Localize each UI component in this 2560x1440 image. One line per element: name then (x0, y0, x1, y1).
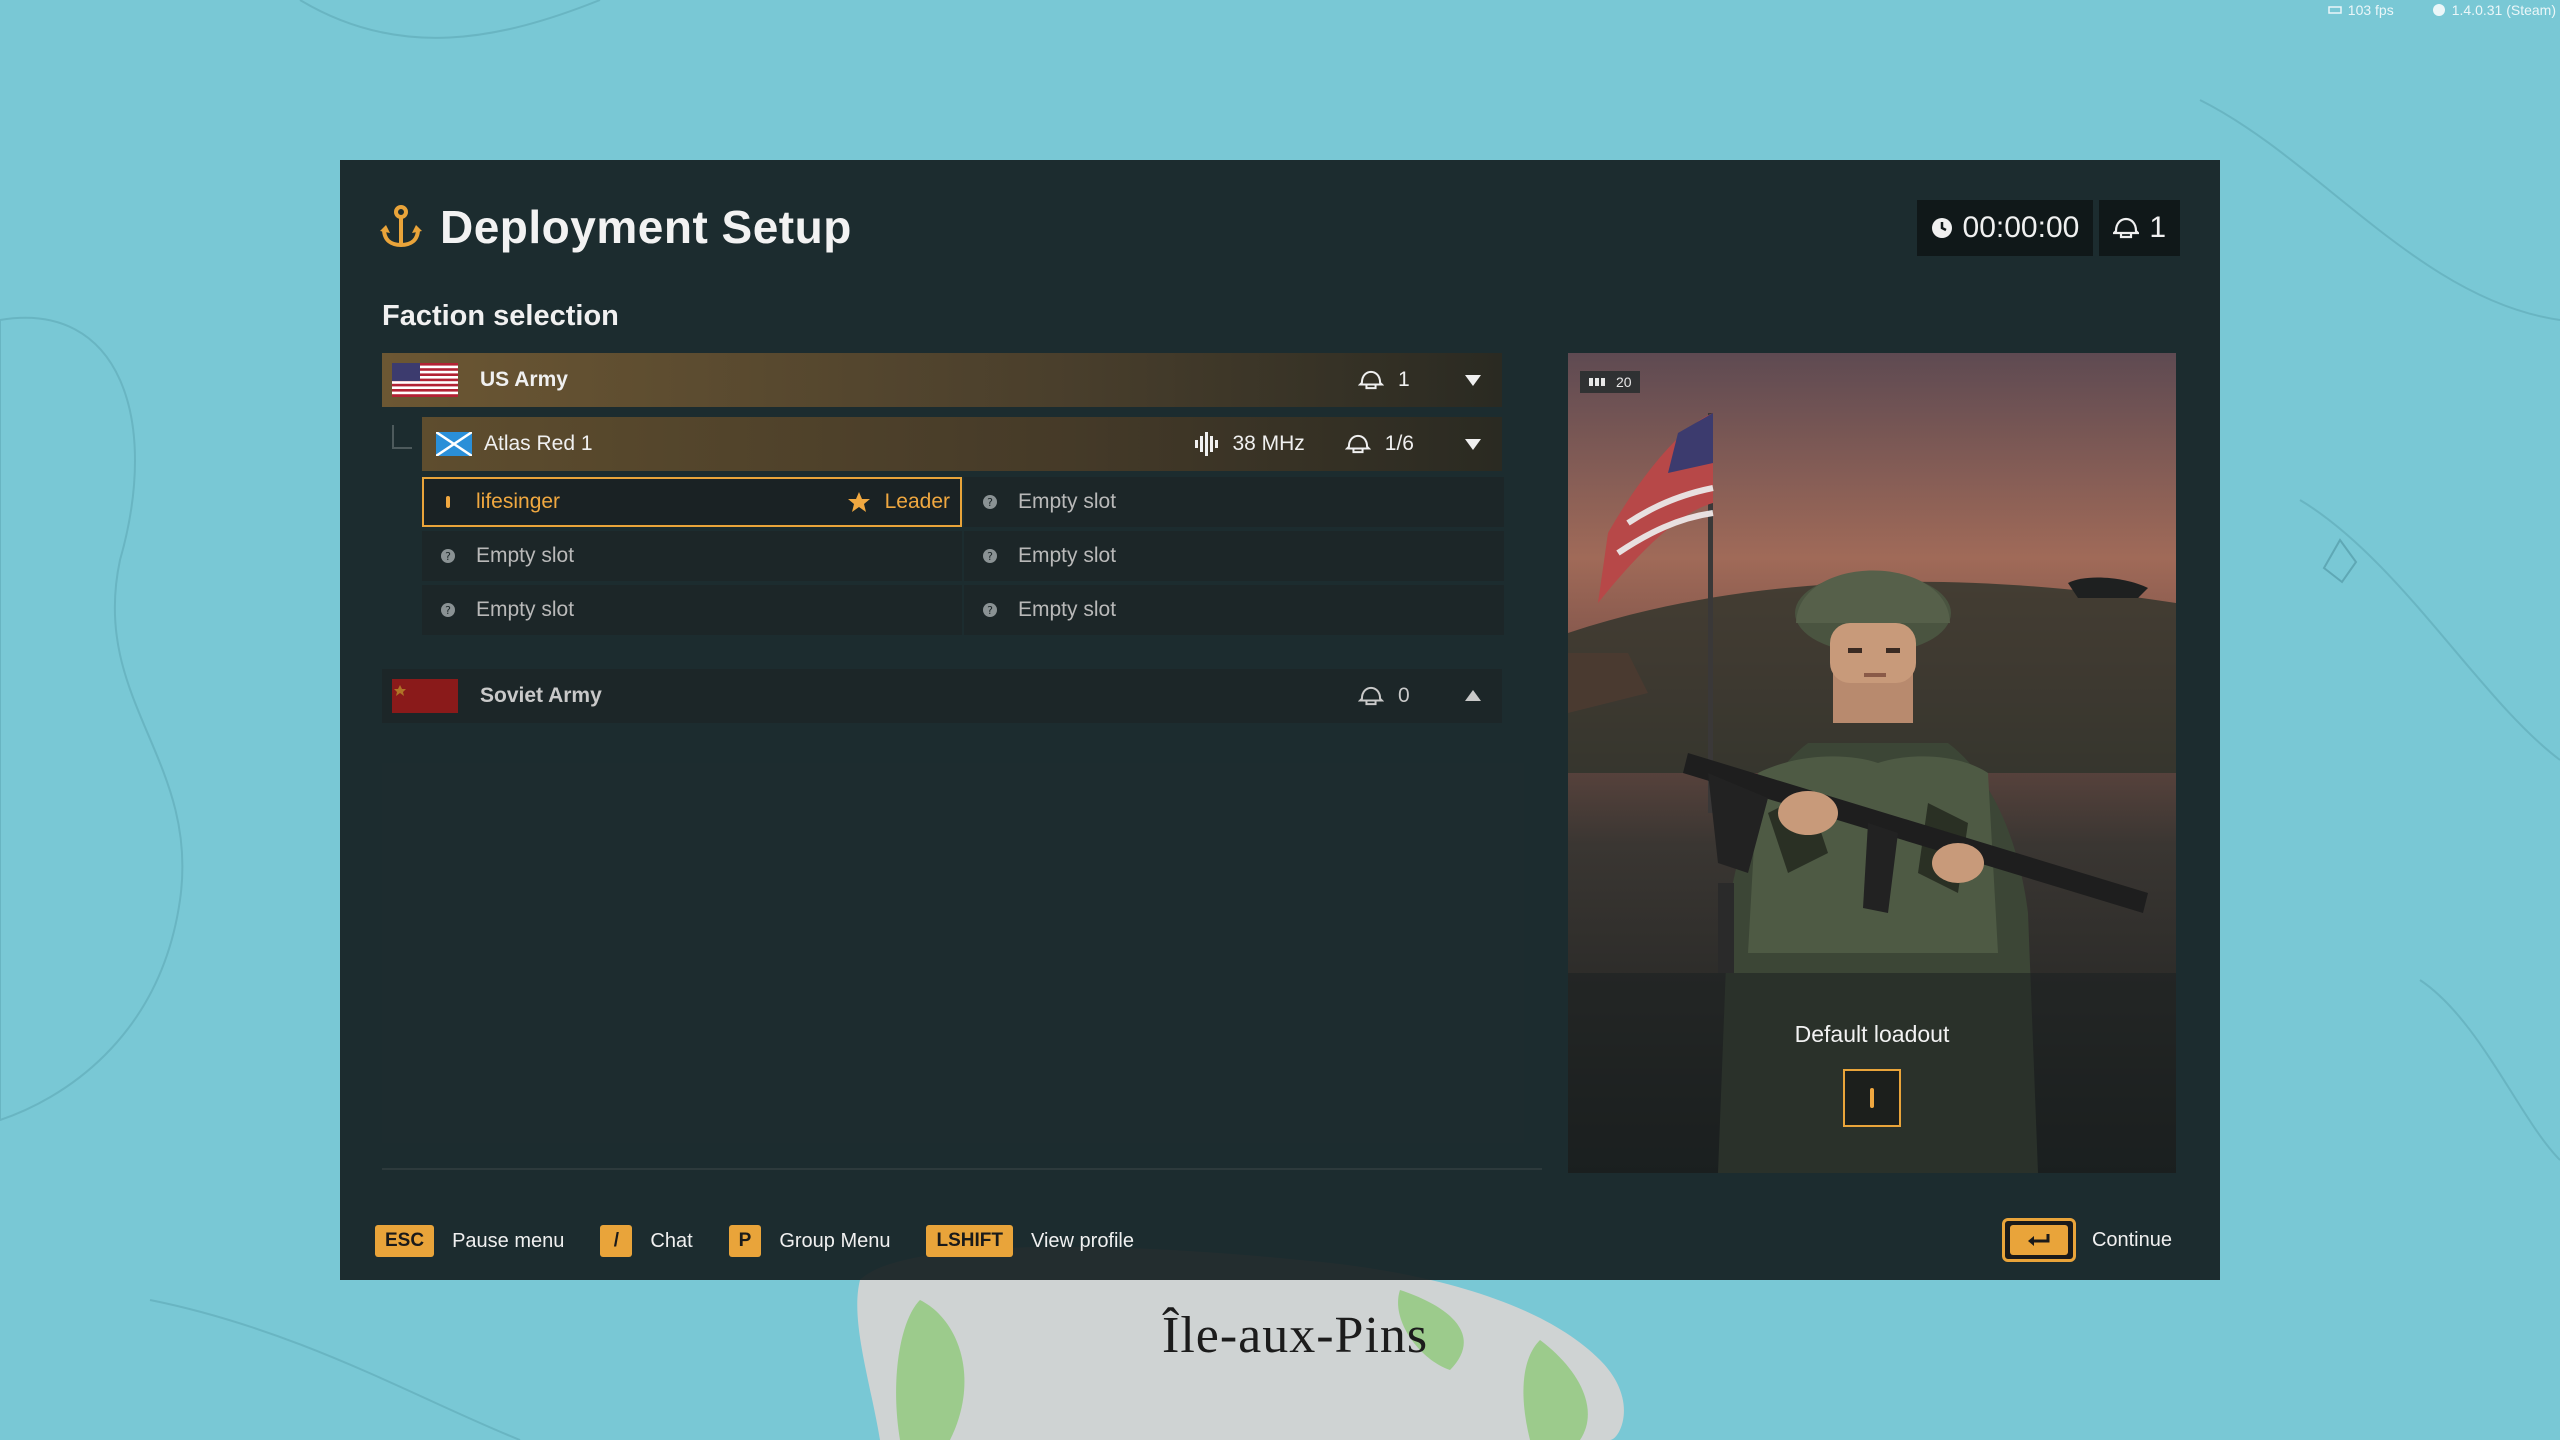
chat-key[interactable]: / (600, 1225, 633, 1257)
frequency-text: 38 MHz (1232, 432, 1305, 455)
loadout-preview[interactable]: 20 Default loadout (1568, 353, 2176, 1173)
performance-overlay: 103 fps 1.4.0.31 (Steam) (2328, 2, 2556, 18)
soviet-flag-icon (392, 679, 458, 713)
slot-empty[interactable]: ? Empty slot (964, 477, 1504, 527)
radio-wave-icon (1195, 432, 1219, 456)
fps-icon (2328, 6, 2342, 14)
leader-star-icon (847, 492, 870, 512)
leader-label: Leader (884, 490, 950, 513)
question-icon: ? (441, 603, 455, 617)
empty-slot-label: Empty slot (1018, 490, 1117, 513)
player-name: lifesinger (476, 490, 561, 513)
group-menu-label[interactable]: Group Menu (779, 1230, 890, 1253)
faction-name: Soviet Army (480, 684, 602, 707)
chevron-up-icon[interactable] (1464, 689, 1482, 703)
fps-text: 103 fps (2347, 2, 2394, 18)
bullet-icon (446, 496, 450, 508)
map-location-label: Île-aux-Pins (1162, 1307, 1429, 1364)
slot-empty[interactable]: ? Empty slot (964, 585, 1504, 635)
pause-menu-label[interactable]: Pause menu (452, 1230, 564, 1253)
group-name: Atlas Red 1 (484, 432, 593, 455)
keybind-bar: ESC Pause menu / Chat P Group Menu LSHIF… (375, 1225, 1170, 1257)
faction-row-controls: 1 (1358, 353, 1482, 407)
tree-connector (392, 425, 412, 449)
question-icon: ? (983, 549, 997, 563)
ammo-icon (1589, 378, 1605, 386)
page-title: Deployment Setup (440, 201, 852, 253)
question-icon: ? (983, 495, 997, 509)
bullet-icon (1870, 1088, 1874, 1108)
faction-count-text: 1 (1398, 368, 1410, 391)
version-readout: 1.4.0.31 (Steam) (2432, 2, 2556, 18)
chevron-down-icon[interactable] (1464, 373, 1482, 387)
fps-readout: 103 fps (2328, 2, 2394, 18)
group-slot-count: 1/6 (1344, 432, 1414, 456)
question-icon: ? (441, 549, 455, 563)
svg-text:?: ? (987, 496, 993, 509)
group-menu-key[interactable]: P (728, 1225, 762, 1257)
player-count-box: 1 (2099, 200, 2180, 256)
group-slots: lifesinger Leader ? Empty slot ? Empty s… (422, 477, 1504, 635)
slot-empty[interactable]: ? Empty slot (422, 531, 962, 581)
group-flag-icon (436, 432, 472, 456)
us-flag-icon (392, 363, 458, 397)
helmet-icon (1344, 434, 1371, 454)
question-icon: ? (983, 603, 997, 617)
lshift-key[interactable]: LSHIFT (926, 1225, 1013, 1257)
empty-slot-label: Empty slot (476, 544, 575, 567)
page-header: Deployment Setup (380, 200, 852, 254)
faction-row-us-army[interactable]: US Army 1 (382, 353, 1502, 407)
helmet-icon (2113, 217, 2140, 239)
radio-frequency: 38 MHz (1194, 432, 1305, 456)
esc-key[interactable]: ESC (375, 1225, 435, 1257)
continue-action[interactable]: Continue (2001, 1218, 2172, 1262)
group-row-controls: 38 MHz 1/6 (1194, 417, 1482, 471)
svg-text:?: ? (445, 604, 451, 617)
chevron-down-icon[interactable] (1464, 437, 1482, 451)
slot-player[interactable]: lifesinger Leader (422, 477, 962, 527)
empty-slot-label: Empty slot (476, 598, 575, 621)
deployment-panel: Deployment Setup 00:00:00 1 Faction sele… (340, 160, 2220, 1280)
divider (382, 1168, 1542, 1170)
loadout-role-slot[interactable] (1843, 1069, 1901, 1127)
enter-icon (2027, 1234, 2050, 1246)
player-count-text: 1 (2149, 211, 2166, 244)
faction-member-count: 1 (1358, 368, 1414, 392)
enter-key (2009, 1225, 2068, 1255)
faction-name: US Army (480, 368, 568, 391)
header-stats: 00:00:00 1 (1916, 200, 2180, 256)
info-icon (2432, 4, 2445, 16)
faction-row-soviet-army[interactable]: Soviet Army 0 (382, 669, 1502, 723)
soldier-portrait (1568, 353, 2176, 1173)
loadout-label: Default loadout (1794, 1021, 1950, 1047)
slot-empty[interactable]: ? Empty slot (422, 585, 962, 635)
continue-button[interactable] (2001, 1218, 2076, 1262)
svg-text:?: ? (445, 550, 451, 563)
view-profile-label[interactable]: View profile (1031, 1230, 1134, 1253)
empty-slot-label: Empty slot (1018, 544, 1117, 567)
chat-label[interactable]: Chat (650, 1230, 692, 1253)
ammo-count: 20 (1616, 374, 1632, 390)
faction-member-count: 0 (1358, 684, 1414, 708)
anchor-icon (380, 205, 422, 248)
version-text: 1.4.0.31 (Steam) (2451, 2, 2556, 18)
empty-slot-label: Empty slot (1018, 598, 1117, 621)
continue-label[interactable]: Continue (2092, 1229, 2172, 1252)
svg-text:?: ? (987, 604, 993, 617)
timer-text: 00:00:00 (1962, 211, 2080, 244)
faction-row-controls: 0 (1358, 669, 1482, 723)
faction-count-text: 0 (1398, 684, 1410, 707)
faction-list: US Army 1 Atlas Red 1 38 MHz 1/6 lifesin… (382, 353, 1504, 723)
clock-icon (1931, 218, 1952, 238)
ammo-badge: 20 (1580, 371, 1640, 393)
group-count-text: 1/6 (1384, 432, 1414, 455)
leader-badge: Leader (845, 490, 950, 514)
slot-empty[interactable]: ? Empty slot (964, 531, 1504, 581)
helmet-icon (1358, 370, 1384, 390)
svg-text:?: ? (987, 550, 993, 563)
group-row-atlas-red-1[interactable]: Atlas Red 1 38 MHz 1/6 (392, 417, 1502, 471)
timer-box: 00:00:00 (1916, 200, 2094, 256)
helmet-icon (1358, 686, 1384, 706)
faction-selection-title: Faction selection (382, 300, 619, 332)
